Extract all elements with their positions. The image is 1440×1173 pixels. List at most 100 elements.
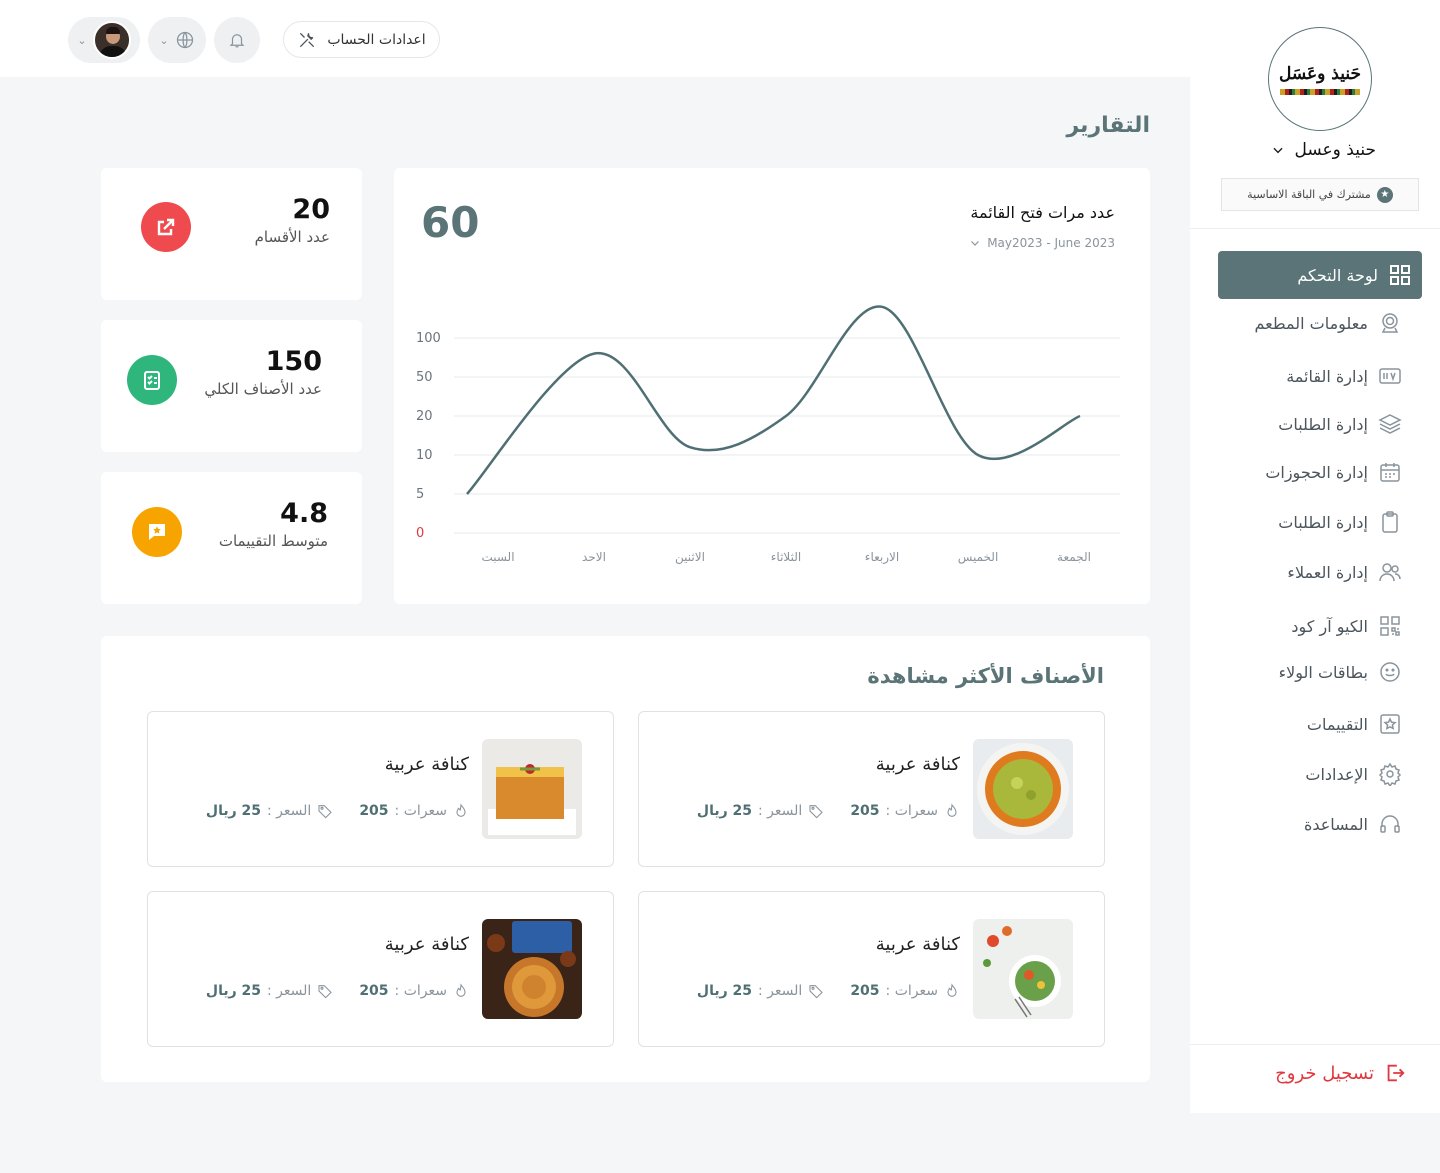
sidebar-item-orders[interactable]: إدارة الطلبات (1278, 412, 1402, 436)
most-viewed-title: الأصناف الأكثر مشاهدة (867, 664, 1104, 688)
stat-label: متوسط التقييمات (218, 532, 328, 550)
plan-label: مشترك في الباقة الاساسية (1247, 188, 1371, 201)
gear-icon (1378, 762, 1402, 786)
logout-divider (1190, 1044, 1440, 1045)
logout-label: تسجيل خروج (1275, 1062, 1374, 1084)
menu-icon (1379, 368, 1401, 384)
price-tag-icon (809, 985, 824, 999)
qr-icon (1380, 616, 1400, 636)
price-tag-icon (318, 805, 333, 819)
price-label: السعر : (758, 803, 803, 819)
y-tick-label: 5 (416, 487, 424, 502)
sidebar-item-menu[interactable]: إدارة القائمة (1286, 364, 1402, 388)
stat-card-ratings: 4.8 متوسط التقييمات (101, 472, 362, 604)
menu-opens-chart-card: عدد مرات فتح القائمة May2023 - June 2023… (394, 168, 1150, 604)
series-line (466, 305, 1081, 495)
logo-stripe (1280, 88, 1360, 95)
logout-icon (1387, 1064, 1405, 1082)
y-tick-label: 0 (416, 526, 424, 541)
flame-icon (947, 803, 957, 817)
sidebar-item-label: بطاقات الولاء (1278, 662, 1368, 682)
headset-icon (1380, 815, 1400, 833)
account-settings-button[interactable]: اعدادات الحساب (283, 21, 440, 58)
stat-value: 150 (265, 346, 322, 377)
sidebar-item-restaurant-info[interactable]: معلومات المطعم (1254, 311, 1402, 335)
sidebar-item-label: إدارة العملاء (1287, 562, 1368, 582)
sidebar-item-label: الكيو آر كود (1291, 616, 1368, 636)
price-value: 25 ريال (696, 803, 753, 819)
store-name: حنيذ وعسل (1294, 140, 1377, 160)
item-meta: سعرات : 205 السعر : 25 ريال (697, 983, 960, 999)
price-label: السعر : (267, 803, 312, 819)
stat-label: عدد الأقسام (254, 228, 330, 246)
sidebar-item-label: معلومات المطعم (1254, 313, 1368, 333)
restaurant-icon (1381, 313, 1399, 333)
sidebar-item-label: إدارة الطلبات (1278, 512, 1368, 532)
x-tick-label: الخميس (958, 550, 999, 565)
profile-menu[interactable]: ⌄ (68, 17, 140, 63)
stat-label: عدد الأصناف الكلي (204, 380, 322, 398)
sidebar-item-help[interactable]: المساعدة (1304, 812, 1402, 836)
logo-text: حَنيذ وعَسَل (1278, 63, 1361, 84)
stat-card-categories: 20 عدد الأقسام (101, 168, 362, 300)
sidebar-item-orders-2[interactable]: إدارة الطلبات (1278, 510, 1402, 534)
sidebar-item-label: إدارة القائمة (1286, 366, 1368, 386)
calories-value: 205 (850, 983, 880, 999)
clipboard-icon (1382, 511, 1398, 533)
top-bar: ⌄ ⌄ اعدادات الحساب (0, 0, 1190, 77)
calories-label: سعرات : (885, 983, 938, 999)
sidebar-item-label: التقييمات (1306, 714, 1368, 734)
item-image-kunafa-round (973, 739, 1073, 839)
external-link-icon (141, 202, 191, 252)
sidebar-item-label: لوحة التحكم (1297, 265, 1378, 285)
chevron-down-icon (1272, 147, 1283, 154)
line-chart: 0 5 10 20 50 100 السبت الاحد الاثنين الثلاثاء الار… (416, 305, 1120, 565)
flame-icon (947, 983, 957, 997)
price-value: 25 ريال (205, 983, 262, 999)
rating-icon (132, 507, 182, 557)
smile-icon (1380, 662, 1400, 682)
y-tick-label: 50 (416, 370, 433, 385)
globe-icon (176, 31, 193, 49)
price-value: 25 ريال (205, 803, 262, 819)
layers-icon (1378, 414, 1402, 434)
flame-icon (456, 803, 466, 817)
item-image-caramel-sweets (482, 919, 582, 1019)
language-menu[interactable]: ⌄ (148, 17, 206, 63)
calories-label: سعرات : (394, 803, 447, 819)
sidebar-item-qr-code[interactable]: الكيو آر كود (1291, 614, 1402, 638)
x-tick-label: الجمعة (1057, 550, 1091, 564)
calories-label: سعرات : (885, 803, 938, 819)
notifications-button[interactable] (214, 17, 260, 63)
sidebar-item-dashboard[interactable]: لوحة التحكم (1218, 251, 1422, 299)
x-tick-label: الاثنين (675, 550, 705, 565)
users-icon (1379, 563, 1401, 582)
sidebar-item-reservations[interactable]: إدارة الحجوزات (1265, 460, 1402, 484)
menu-item-card[interactable]: كنافة عربية سعرات : 205 السعر : 25 ريال (638, 891, 1105, 1047)
item-name: كنافة عربية (875, 934, 960, 955)
sidebar-divider (1190, 228, 1440, 229)
price-tag-icon (318, 985, 333, 999)
calories-value: 205 (359, 803, 389, 819)
x-tick-label: الاربعاء (865, 550, 899, 565)
price-value: 25 ريال (696, 983, 753, 999)
sidebar-item-loyalty-cards[interactable]: بطاقات الولاء (1279, 660, 1402, 684)
item-meta: سعرات : 205 السعر : 25 ريال (206, 983, 469, 999)
logout-button[interactable]: تسجيل خروج (1275, 1062, 1406, 1084)
plan-badge[interactable]: ★ مشترك في الباقة الاساسية (1221, 178, 1419, 211)
dashboard-icon (1390, 265, 1410, 285)
stat-card-items: 150 عدد الأصناف الكلي (101, 320, 362, 452)
item-name: كنافة عربية (875, 754, 960, 775)
sidebar-item-customers[interactable]: إدارة العملاء (1287, 560, 1402, 584)
sidebar-item-label: إدارة الحجوزات (1265, 462, 1368, 482)
menu-item-card[interactable]: كنافة عربية سعرات : 205 السعر : 25 ريال (638, 711, 1105, 867)
page-title: التقارير (1066, 113, 1151, 138)
sidebar-item-settings[interactable]: الإعدادات (1305, 762, 1402, 786)
item-meta: سعرات : 205 السعر : 25 ريال (697, 803, 960, 819)
calendar-icon (1380, 463, 1400, 482)
sidebar-item-ratings[interactable]: التقييمات (1307, 712, 1402, 736)
calories-value: 205 (850, 803, 880, 819)
menu-item-card[interactable]: كنافة عربية سعرات : 205 السعر : 25 ريال (147, 711, 614, 867)
menu-item-card[interactable]: كنافة عربية سعرات : 205 السعر : 25 ريال (147, 891, 614, 1047)
store-switcher[interactable]: حنيذ وعسل (1271, 140, 1377, 160)
